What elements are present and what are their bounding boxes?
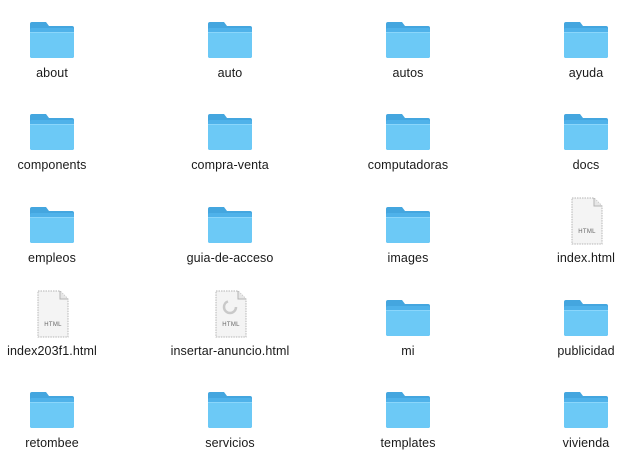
- grid-item-autos[interactable]: autos: [333, 10, 483, 100]
- item-label: insertar-anuncio.html: [170, 344, 290, 358]
- grid-item-publicidad[interactable]: publicidad: [511, 288, 628, 378]
- folder-icon: [24, 10, 80, 62]
- folder-icon: [24, 380, 80, 432]
- grid-item-about[interactable]: about: [0, 10, 127, 100]
- item-label: publicidad: [557, 344, 615, 358]
- grid-item-components[interactable]: components: [0, 102, 127, 192]
- svg-text:HTML: HTML: [44, 322, 62, 328]
- html-document-loading-icon: HTML: [202, 288, 258, 340]
- item-label: index203f1.html: [7, 344, 97, 358]
- folder-icon: [24, 102, 80, 154]
- folder-icon: [380, 380, 436, 432]
- folder-icon: [380, 102, 436, 154]
- grid-item-auto[interactable]: auto: [155, 10, 305, 100]
- folder-icon: [558, 288, 614, 340]
- grid-item-index-html[interactable]: HTML index.html: [511, 195, 628, 285]
- folder-icon: [380, 288, 436, 340]
- item-label: ayuda: [568, 66, 604, 80]
- grid-item-guia-de-acceso[interactable]: guia-de-acceso: [155, 195, 305, 285]
- folder-icon: [380, 10, 436, 62]
- item-label: auto: [217, 66, 243, 80]
- folder-icon: [558, 380, 614, 432]
- item-label: index.html: [557, 251, 615, 265]
- grid-item-insertar-anuncio-html[interactable]: HTML insertar-anuncio.html: [155, 288, 305, 378]
- grid-item-computadoras[interactable]: computadoras: [333, 102, 483, 192]
- grid-item-images[interactable]: images: [333, 195, 483, 285]
- item-label: docs: [572, 158, 600, 172]
- svg-text:HTML: HTML: [222, 322, 240, 328]
- grid-item-ayuda[interactable]: ayuda: [511, 10, 628, 100]
- folder-icon: [380, 195, 436, 247]
- grid-item-retombee[interactable]: retombee: [0, 380, 127, 470]
- item-label: mi: [401, 344, 415, 358]
- folder-icon: [558, 102, 614, 154]
- folder-icon: [24, 195, 80, 247]
- grid-item-servicios[interactable]: servicios: [155, 380, 305, 470]
- item-label: components: [17, 158, 87, 172]
- html-document-icon: HTML: [558, 195, 614, 247]
- grid-item-templates[interactable]: templates: [333, 380, 483, 470]
- grid-item-index203f1-html[interactable]: HTML index203f1.html: [0, 288, 127, 378]
- file-icon-grid: about auto autos ayuda components compra…: [0, 0, 628, 450]
- item-label: images: [387, 251, 429, 265]
- item-label: guia-de-acceso: [186, 251, 274, 265]
- svg-text:HTML: HTML: [578, 229, 596, 235]
- folder-icon: [202, 10, 258, 62]
- folder-icon: [202, 195, 258, 247]
- item-label: autos: [392, 66, 424, 80]
- grid-item-docs[interactable]: docs: [511, 102, 628, 192]
- item-label: computadoras: [367, 158, 449, 172]
- item-label: empleos: [28, 251, 76, 265]
- folder-icon: [558, 10, 614, 62]
- grid-item-mi[interactable]: mi: [333, 288, 483, 378]
- item-label: about: [36, 66, 68, 80]
- grid-item-vivienda[interactable]: vivienda: [511, 380, 628, 470]
- folder-icon: [202, 380, 258, 432]
- grid-item-compra-venta[interactable]: compra-venta: [155, 102, 305, 192]
- html-document-icon: HTML: [24, 288, 80, 340]
- folder-icon: [202, 102, 258, 154]
- grid-item-empleos[interactable]: empleos: [0, 195, 127, 285]
- item-label: compra-venta: [191, 158, 269, 172]
